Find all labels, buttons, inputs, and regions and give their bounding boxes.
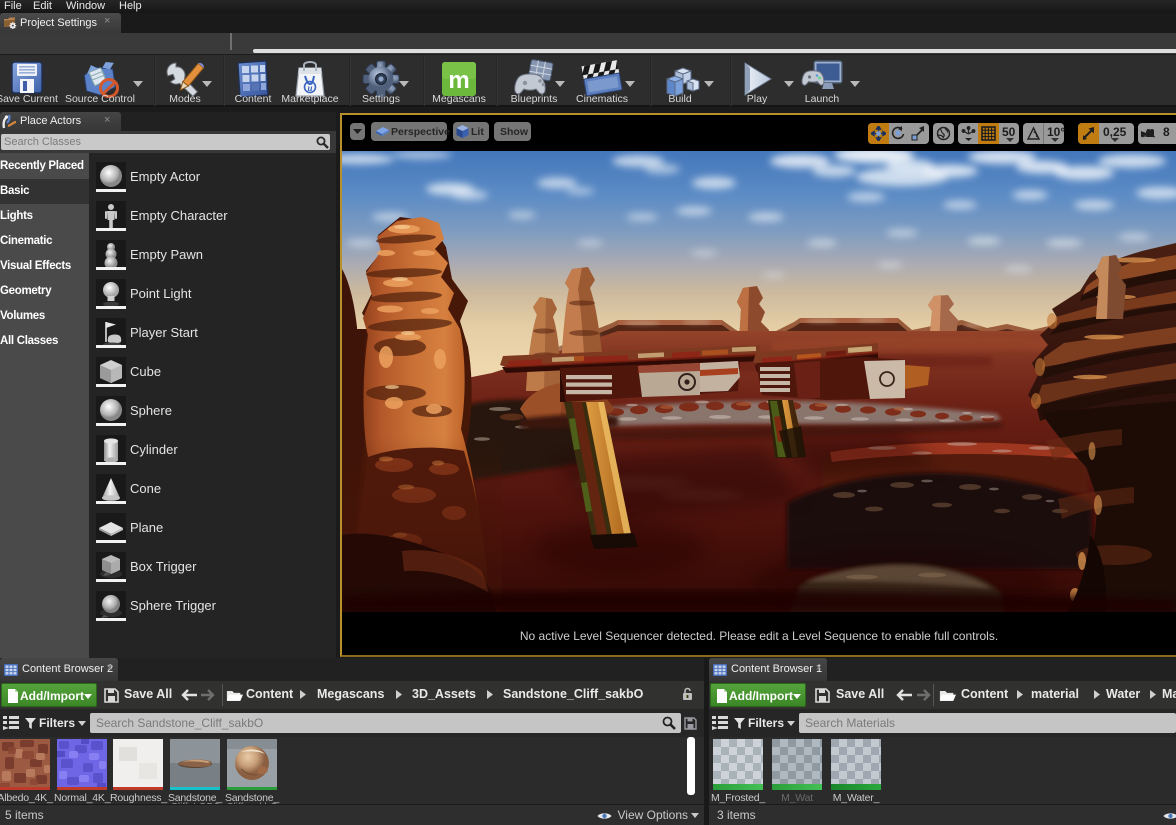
svg-text:u: u [307,83,312,93]
svg-text:m: m [448,67,469,94]
